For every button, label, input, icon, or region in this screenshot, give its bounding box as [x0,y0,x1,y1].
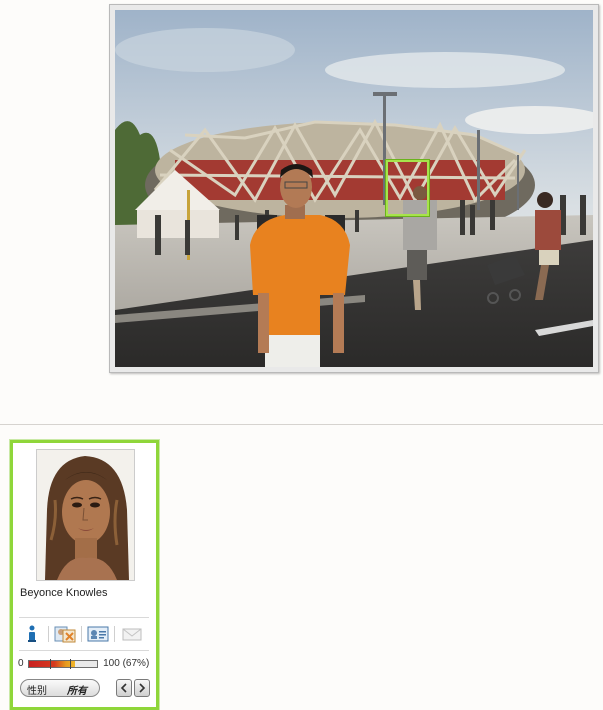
score-max: 100 [103,658,120,669]
match-portrait[interactable] [36,449,135,581]
compare-faces-icon[interactable] [54,624,76,644]
filter-row: 性别 所有 [20,679,155,699]
similarity-score: 0 100 (67%) [18,658,149,669]
score-bar-fill [29,660,75,667]
face-detection-box[interactable] [385,159,430,217]
score-marker [49,658,51,669]
scene-photo [115,10,593,367]
score-min: 0 [18,658,24,669]
separator [19,650,149,651]
profile-card-icon[interactable] [87,624,109,644]
email-icon[interactable] [121,624,143,644]
next-arrow-icon[interactable] [134,679,150,697]
prev-arrow-icon[interactable] [116,679,132,697]
divider [0,424,603,425]
icon-divider [48,626,49,642]
score-percent: (67%) [122,658,150,669]
filter-label: 性别 [27,686,47,697]
match-name[interactable]: Beyonce Knowles [20,587,107,599]
action-icons [21,624,151,646]
gender-filter-dropdown[interactable]: 性别 所有 [20,679,100,697]
info-icon[interactable] [21,624,43,644]
filter-value: 所有 [67,686,87,697]
separator [19,617,149,618]
score-bar [28,658,99,669]
score-marker [70,658,72,669]
icon-divider [81,626,82,642]
photo-frame [109,4,599,373]
icon-divider [114,626,115,642]
face-match-card[interactable]: Beyonce Knowles 0 100 (67%) 性别 所有 [9,439,160,710]
